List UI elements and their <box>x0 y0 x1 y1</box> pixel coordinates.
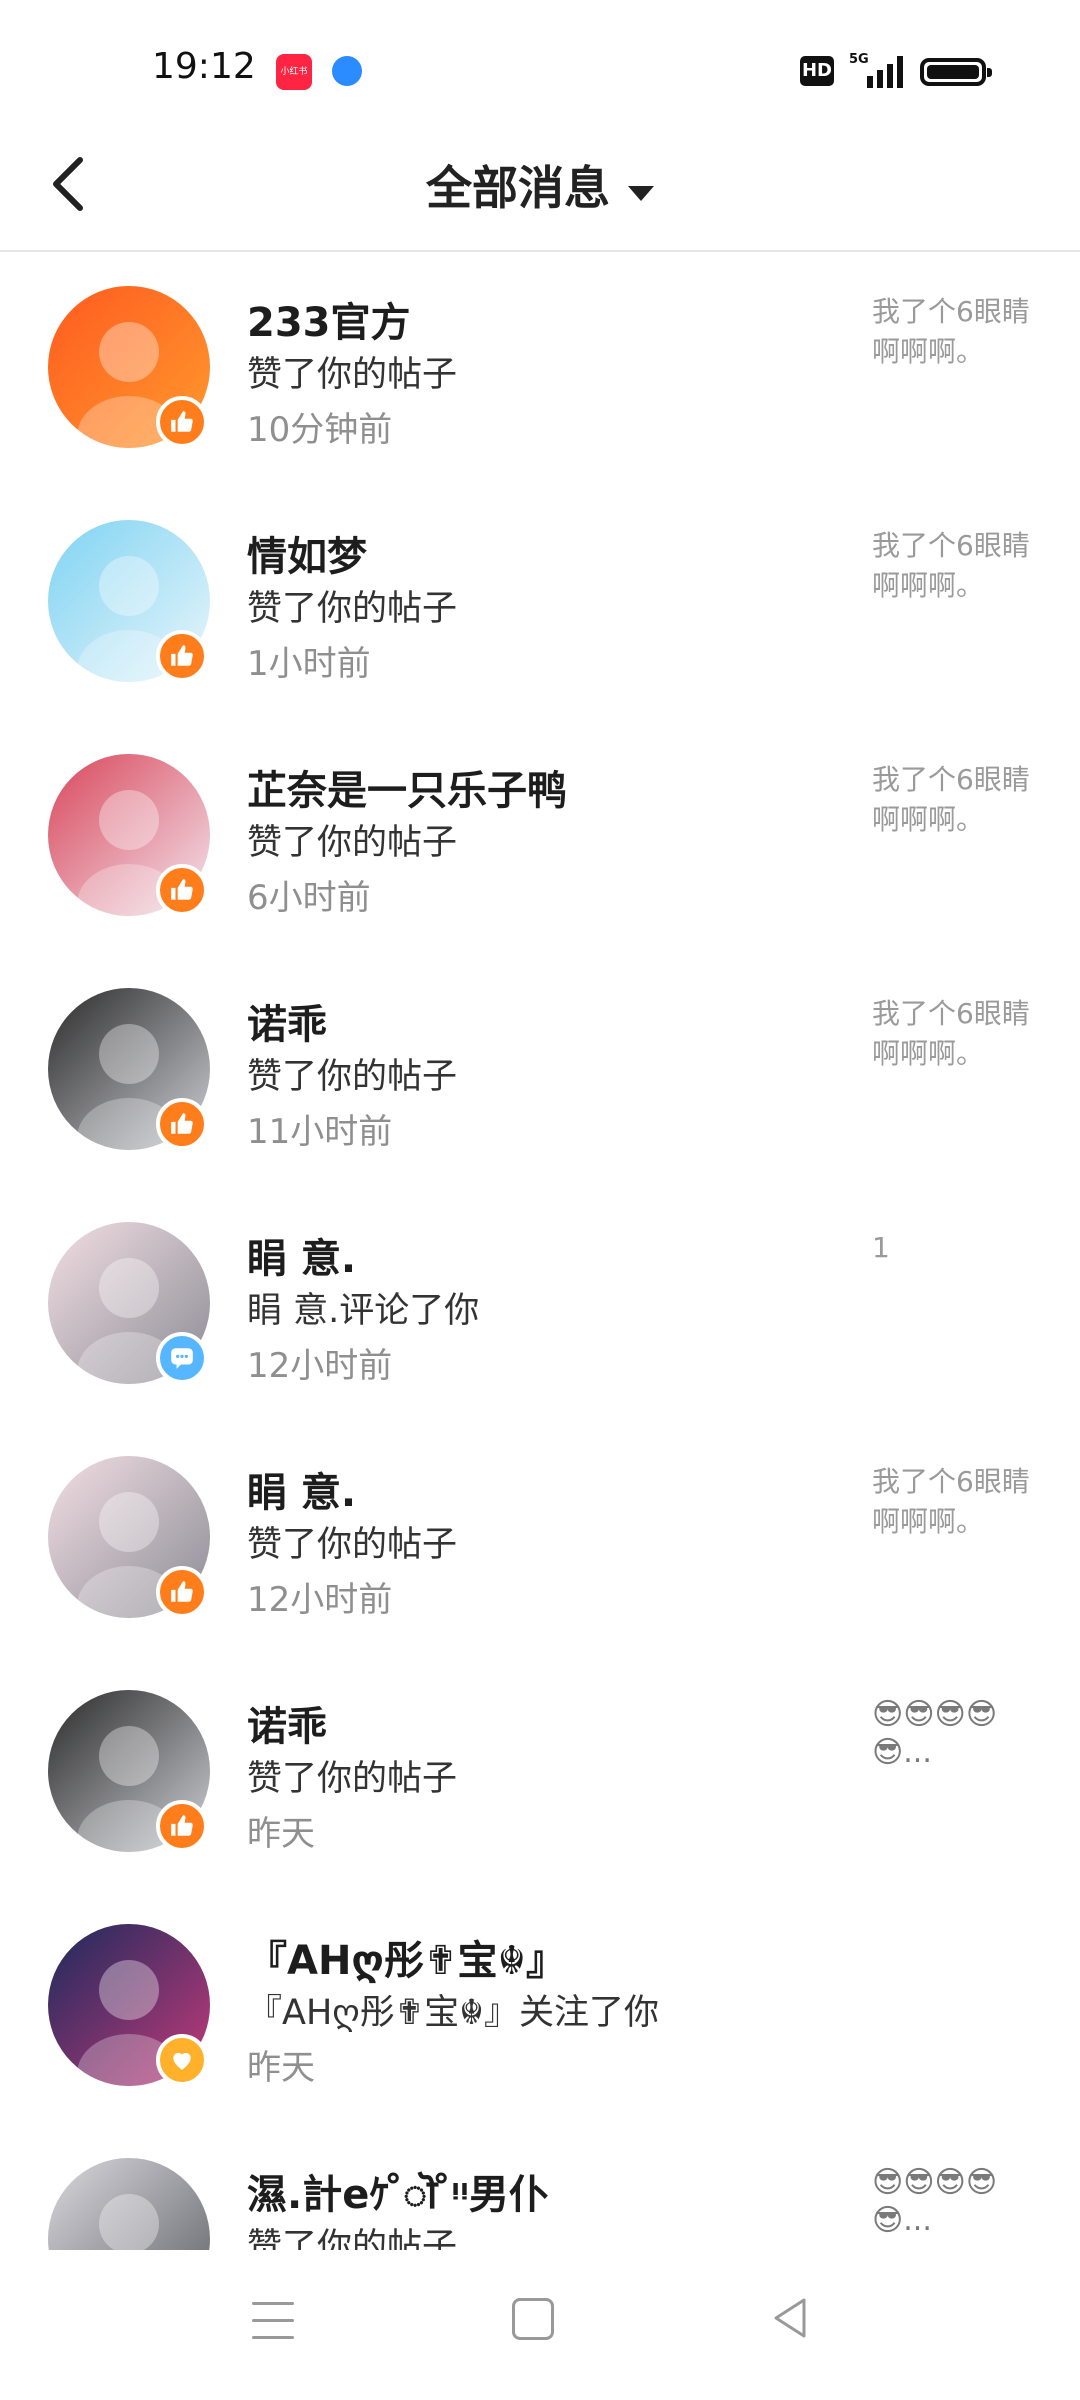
title-dropdown[interactable]: 全部消息 <box>0 152 1080 218</box>
sender-name[interactable]: 诺乖 <box>247 1694 327 1752</box>
post-snippet[interactable]: 1 <box>872 1228 1032 1268</box>
system-navigation-bar <box>0 2262 1080 2400</box>
heart-icon <box>156 2034 208 2086</box>
comment-bubble-icon <box>156 1332 208 1384</box>
message-time: 1小时前 <box>247 644 371 684</box>
message-time: 10分钟前 <box>247 410 393 450</box>
thumbs-up-icon <box>156 630 208 682</box>
status-time: 19:12 <box>152 46 256 87</box>
sender-name[interactable]: 芷奈是一只乐子鸭 <box>247 758 567 816</box>
message-time: 昨天 <box>247 1814 315 1854</box>
message-item[interactable]: 情如梦赞了你的帖子 1小时前 我了个6眼睛啊啊啊。 <box>0 486 1080 720</box>
sender-name[interactable]: 睊 意. <box>247 1460 356 1518</box>
home-button-icon[interactable] <box>512 2298 554 2340</box>
battery-icon <box>920 58 992 86</box>
sender-name[interactable]: 233官方 <box>247 290 411 348</box>
app-notification-icon <box>332 56 362 86</box>
message-list[interactable]: 233官方 赞了你的帖子 10分钟前 我了个6眼睛啊啊啊。 情如梦 赞了你的帖子 1小时前我… <box>0 252 1080 2250</box>
xiaohongshu-notification-icon: 小红书 <box>276 54 312 90</box>
status-bar: 19:12 小红书 HD 5G <box>0 0 1080 110</box>
message-time: 11小时前 <box>247 1112 393 1152</box>
post-snippet[interactable]: 我了个6眼睛啊啊啊。 <box>872 994 1032 1074</box>
message-time: 昨天 <box>247 2048 315 2088</box>
thumbs-up-icon <box>156 1566 208 1618</box>
message-item[interactable]: 『AHღ彤✟宝☬』『AHღ彤✟宝☬』关注了你 昨天 <box>0 1890 1080 2124</box>
message-action: 赞了你的帖子 <box>247 589 458 629</box>
message-item[interactable]: 睊 意. 赞了你的帖子 12小时前 我了个6眼睛啊啊啊。 <box>0 1422 1080 1656</box>
message-item[interactable]: 233官方赞了你的帖子 10分钟前 我了个6眼睛啊啊啊。 <box>0 252 1080 486</box>
message-item[interactable]: 睊 意. 睊 意.评论了你 12小时前 1 <box>0 1188 1080 1422</box>
recent-apps-icon[interactable] <box>252 2302 294 2340</box>
message-action: 赞了你的帖子 <box>247 1057 458 1097</box>
avatar[interactable] <box>48 2158 210 2250</box>
page-title: 全部消息 <box>426 161 610 215</box>
message-action: 睊 意.评论了你 <box>247 1291 480 1331</box>
message-item[interactable]: 濕.計eｹ ̊ॊ ̊ᵎᵎ男仆赞了你的帖子 😎😎😎😎😎... <box>0 2124 1080 2250</box>
message-time: 6小时前 <box>247 878 371 918</box>
message-item[interactable]: 芷奈是一只乐子鸭赞了你的帖子 6小时前 我了个6眼睛啊啊啊。 <box>0 720 1080 954</box>
post-snippet[interactable]: 😎😎😎😎😎... <box>872 1696 1032 1772</box>
message-item[interactable]: 诺乖赞了你的帖子 昨天 😎😎😎😎😎... <box>0 1656 1080 1890</box>
message-item[interactable]: 诺乖赞了你的帖子 11小时前 我了个6眼睛啊啊啊。 <box>0 954 1080 1188</box>
post-snippet[interactable]: 😎😎😎😎😎... <box>872 2164 1032 2240</box>
post-snippet[interactable]: 我了个6眼睛啊啊啊。 <box>872 760 1032 840</box>
thumbs-up-icon <box>156 1098 208 1150</box>
message-action: 『AHღ彤✟宝☬』关注了你 <box>247 1993 659 2033</box>
nav-back-icon[interactable] <box>770 2296 810 2340</box>
sender-name[interactable]: 『AHღ彤✟宝☬』 <box>247 1928 566 1986</box>
sender-name[interactable]: 情如梦 <box>247 524 367 582</box>
thumbs-up-icon <box>156 1800 208 1852</box>
message-action: 赞了你的帖子 <box>247 1759 458 1799</box>
message-action: 赞了你的帖子 <box>247 1525 458 1565</box>
signal-5g-icon: 5G <box>849 52 903 88</box>
message-action: 赞了你的帖子 <box>247 355 458 395</box>
thumbs-up-icon <box>156 396 208 448</box>
caret-down-icon <box>628 186 654 201</box>
post-snippet[interactable]: 我了个6眼睛啊啊啊。 <box>872 292 1032 372</box>
svg-text:5G: 5G <box>849 52 869 67</box>
message-time: 12小时前 <box>247 1346 393 1386</box>
post-snippet[interactable]: 我了个6眼睛啊啊啊。 <box>872 526 1032 606</box>
sender-name[interactable]: 诺乖 <box>247 992 327 1050</box>
thumbs-up-icon <box>156 864 208 916</box>
message-action: 赞了你的帖子 <box>247 2227 458 2250</box>
post-snippet[interactable]: 我了个6眼睛啊啊啊。 <box>872 1462 1032 1542</box>
hd-indicator: HD <box>800 56 834 86</box>
message-action: 赞了你的帖子 <box>247 823 458 863</box>
message-time: 12小时前 <box>247 1580 393 1620</box>
sender-name[interactable]: 睊 意. <box>247 1226 356 1284</box>
top-app-bar: 全部消息 <box>0 112 1080 252</box>
sender-name[interactable]: 濕.計eｹ ̊ॊ ̊ᵎᵎ男仆 <box>247 2162 549 2220</box>
